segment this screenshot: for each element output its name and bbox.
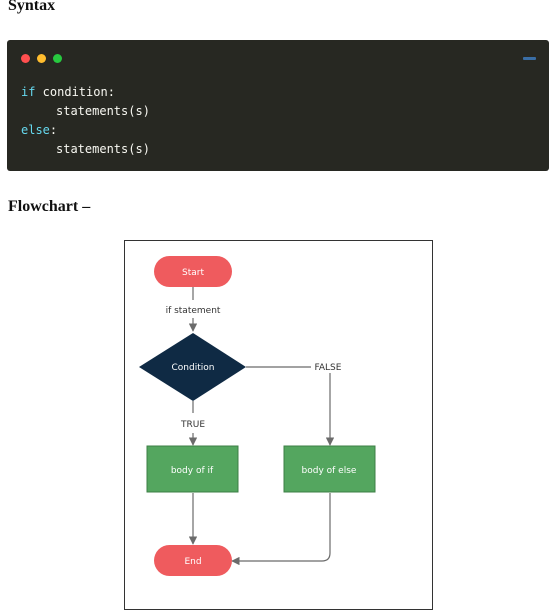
code-keyword-else: else [21,123,50,137]
body-if-label: body of if [171,466,214,476]
condition-label: Condition [172,363,215,373]
code-line-1-rest: condition: [35,85,115,99]
body-else-label: body of else [302,466,357,476]
flowchart-heading: Flowchart – [8,198,91,215]
minimize-dot-icon [37,54,46,63]
code-line-4: statements(s) [56,142,150,156]
flowchart-diagram: Start if statement Condition FALSE TRUE … [139,256,376,576]
code-line-3-rest: : [49,123,58,137]
close-dot-icon [21,54,30,63]
false-label: FALSE [315,363,342,373]
end-label: End [184,557,201,567]
syntax-heading: Syntax [8,0,56,14]
code-keyword-if: if [21,85,36,99]
collapse-code-icon[interactable] [523,57,536,60]
arrow-else-to-end [231,493,331,566]
code-line-2: statements(s) [56,104,150,118]
code-block: if condition: statements(s) else: statem… [7,40,549,171]
start-label: Start [182,268,204,278]
flowchart-image: Start if statement Condition FALSE TRUE … [124,240,433,610]
maximize-dot-icon [53,54,62,63]
if-statement-label: if statement [166,306,221,316]
code-content: if condition: statements(s) else: statem… [21,83,150,159]
true-label: TRUE [180,420,205,430]
